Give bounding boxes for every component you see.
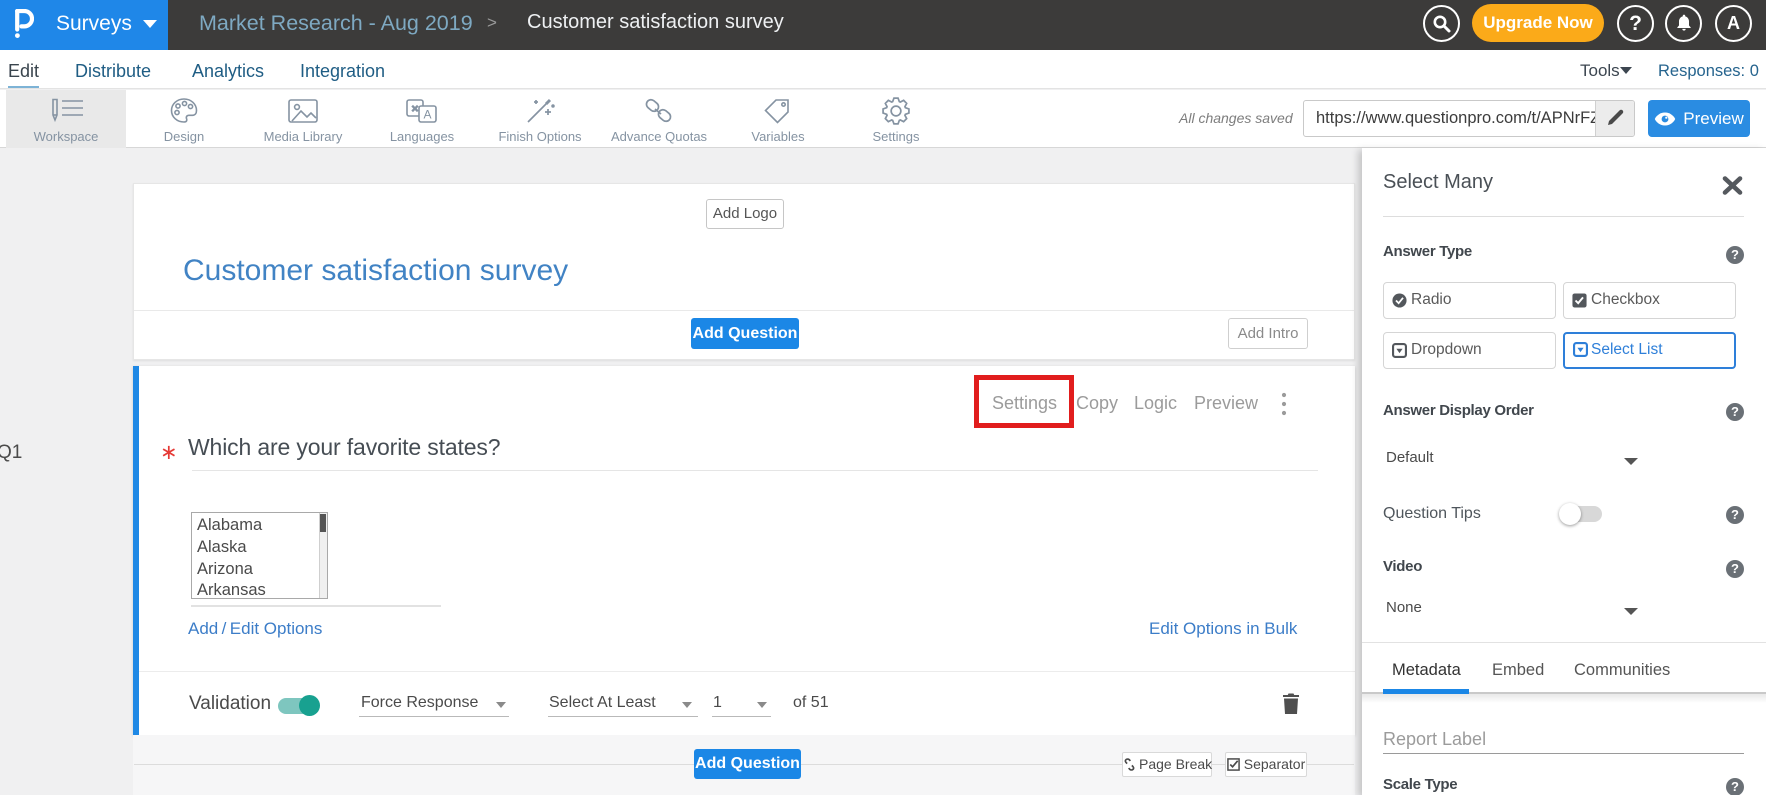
svg-text:✖: ✖ <box>410 104 419 116</box>
svg-text:A: A <box>423 108 431 122</box>
